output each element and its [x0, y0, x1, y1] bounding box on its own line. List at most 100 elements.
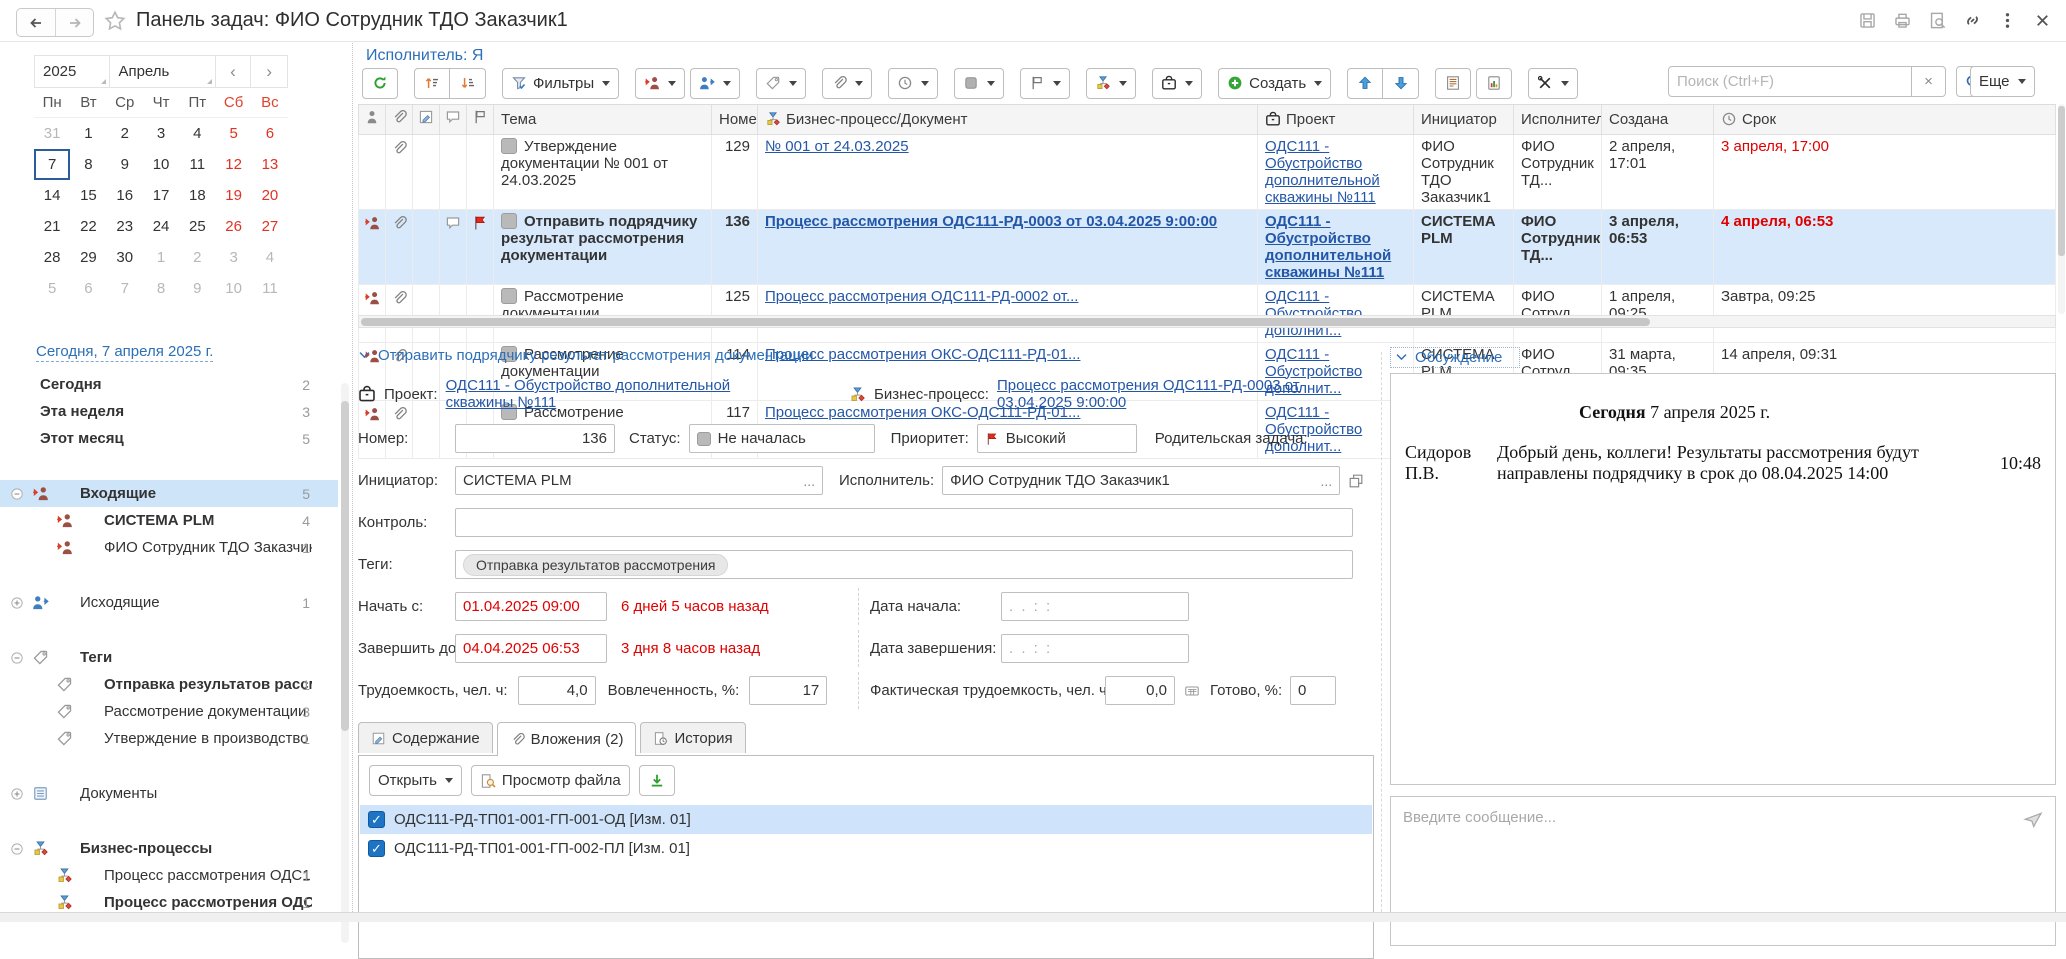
sidebar-item[interactable]: Исходящие 1: [0, 589, 338, 616]
task-row[interactable]: Утверждение документации № 001 от 24.03.…: [359, 134, 2056, 209]
initiator-select-button[interactable]: ...: [797, 473, 815, 489]
calendar-day[interactable]: 9: [179, 273, 215, 304]
calendar-day[interactable]: 6: [70, 273, 106, 304]
executor-field[interactable]: ФИО Сотрудник ТДО Заказчик1...: [942, 466, 1340, 495]
link-icon[interactable]: [1963, 11, 1982, 30]
calendar-day[interactable]: 24: [143, 211, 179, 242]
calendar-day[interactable]: 26: [215, 211, 251, 242]
attachment-item[interactable]: ✓ ОДС111-РД-ТП01-001-ГП-002-ПЛ [Изм. 01]: [360, 834, 1372, 863]
executor-select-button[interactable]: ...: [1314, 473, 1332, 489]
calendar-day[interactable]: 19: [215, 180, 251, 211]
calendar-day[interactable]: 16: [107, 180, 143, 211]
calendar-day[interactable]: 1: [143, 242, 179, 273]
col-created[interactable]: Создана: [1602, 105, 1714, 134]
deadline-filter-button[interactable]: [888, 68, 938, 99]
calendar-next-button[interactable]: ›: [251, 56, 287, 87]
sort-desc-button[interactable]: [450, 68, 486, 99]
sidebar-scrollbar[interactable]: [341, 383, 349, 943]
col-executor-icon[interactable]: [359, 105, 386, 134]
tab-attachments[interactable]: Вложения (2): [497, 722, 637, 756]
tags-filter-button[interactable]: [756, 68, 806, 99]
calendar-day[interactable]: 13: [252, 149, 288, 180]
business-process-link[interactable]: Процесс рассмотрения ОДС111-РД-0002 от..…: [765, 288, 1078, 305]
collapse-icon[interactable]: [10, 487, 24, 501]
project-link[interactable]: ОДС111 - Обустройство дополнительной скв…: [1265, 138, 1380, 206]
calendar-day[interactable]: 20: [252, 180, 288, 211]
search-input[interactable]: [1668, 66, 1912, 97]
calendar-day[interactable]: 31: [34, 118, 70, 149]
send-icon[interactable]: [2023, 809, 2043, 829]
col-subject[interactable]: Тема: [494, 105, 712, 134]
calendar-day[interactable]: 22: [70, 211, 106, 242]
sidebar-item[interactable]: Теги: [0, 644, 338, 671]
project-link[interactable]: ОДС111 - Обустройство дополнительной скв…: [1265, 213, 1391, 281]
create-button[interactable]: Создать: [1218, 68, 1331, 99]
sort-asc-button[interactable]: [414, 68, 450, 99]
calendar-day[interactable]: 18: [179, 180, 215, 211]
task-row-selected[interactable]: Отправить подрядчику результат рассмотре…: [359, 209, 2056, 284]
sidebar-item[interactable]: Этот месяц 5: [0, 425, 338, 452]
calendar-day[interactable]: 3: [215, 242, 251, 273]
ready-percent-field[interactable]: 0: [1290, 676, 1336, 705]
sidebar-item[interactable]: ФИО Сотрудник ТДО Заказчик1 1: [0, 534, 338, 561]
task-checkbox[interactable]: [501, 138, 517, 154]
col-due[interactable]: Срок: [1714, 105, 2056, 134]
search-clear-button[interactable]: ×: [1912, 66, 1946, 97]
business-process-link[interactable]: Процесс рассмотрения ОДС111-РД-0003 от 0…: [997, 377, 1374, 411]
business-process-link[interactable]: Процесс рассмотрения ОДС111-РД-0003 от 0…: [765, 213, 1217, 230]
col-number[interactable]: Номер: [712, 105, 758, 134]
tab-content[interactable]: Содержание: [358, 722, 493, 753]
filters-button[interactable]: Фильтры: [502, 68, 619, 99]
col-edit-icon[interactable]: [413, 105, 440, 134]
control-field[interactable]: [455, 508, 1353, 537]
refresh-button[interactable]: [362, 68, 398, 99]
task-row[interactable]: Рассмотрение документации 125 Процесс ра…: [359, 284, 2056, 342]
sidebar-item[interactable]: Утверждение в производство ... 1: [0, 725, 338, 752]
open-window-icon[interactable]: [1348, 473, 1364, 489]
table-horizontal-scrollbar[interactable]: [358, 315, 2056, 328]
calendar-day[interactable]: 30: [107, 242, 143, 273]
attachments-filter-button[interactable]: [822, 68, 872, 99]
business-process-filter-button[interactable]: [1086, 68, 1136, 99]
sidebar-item[interactable]: Отправка результатов рассмо... 1: [0, 671, 338, 698]
collapse-icon[interactable]: [10, 651, 24, 665]
attachment-checkbox[interactable]: ✓: [368, 840, 385, 857]
calendar-day[interactable]: 28: [34, 242, 70, 273]
forward-button[interactable]: [55, 9, 93, 36]
calendar-day[interactable]: 8: [143, 273, 179, 304]
report-button[interactable]: [1476, 68, 1512, 99]
project-link[interactable]: ОДС111 - Обустройство дополнит...: [1265, 288, 1362, 339]
outgoing-filter-button[interactable]: [690, 68, 740, 99]
incoming-filter-button[interactable]: [635, 68, 685, 99]
sidebar-scrollbar-thumb[interactable]: [341, 401, 349, 731]
calendar-month-select[interactable]: Апрель: [110, 56, 215, 87]
calendar-day[interactable]: 1: [70, 118, 106, 149]
involvement-field[interactable]: 17: [749, 676, 827, 705]
more-button[interactable]: Еще: [1970, 66, 2035, 97]
calendar-day[interactable]: 6: [252, 118, 288, 149]
open-attachment-button[interactable]: Открыть: [369, 765, 462, 796]
table-vertical-scrollbar-thumb[interactable]: [2058, 106, 2065, 256]
col-doc[interactable]: Бизнес-процесс/Документ: [758, 105, 1258, 134]
calendar-day[interactable]: 11: [179, 149, 215, 180]
task-form-header[interactable]: Отправить подрядчику результат рассмотре…: [358, 347, 1374, 364]
col-initiator[interactable]: Инициатор: [1414, 105, 1514, 134]
calendar-prev-button[interactable]: ‹: [216, 56, 252, 87]
col-comment-icon[interactable]: [440, 105, 467, 134]
sidebar-item[interactable]: Входящие 5: [0, 480, 338, 507]
finish-date-field[interactable]: . . : :: [1001, 634, 1189, 663]
actual-effort-field[interactable]: 0,0: [1105, 676, 1175, 705]
settings-tools-button[interactable]: [1528, 68, 1578, 99]
table-horizontal-scrollbar-thumb[interactable]: [361, 318, 1650, 326]
back-button[interactable]: [17, 9, 55, 36]
sidebar-item[interactable]: Документы: [0, 780, 338, 807]
project-link[interactable]: ОДС111 - Обустройство дополнительной скв…: [446, 377, 791, 411]
preview-icon[interactable]: [1928, 11, 1947, 30]
calendar-day[interactable]: 2: [179, 242, 215, 273]
save-icon[interactable]: [1858, 11, 1877, 30]
col-attachment-icon[interactable]: [386, 105, 413, 134]
collapse-icon[interactable]: [10, 842, 24, 856]
col-project[interactable]: Проект: [1258, 105, 1414, 134]
flag-filter-button[interactable]: [1020, 68, 1070, 99]
calendar-day[interactable]: 4: [252, 242, 288, 273]
